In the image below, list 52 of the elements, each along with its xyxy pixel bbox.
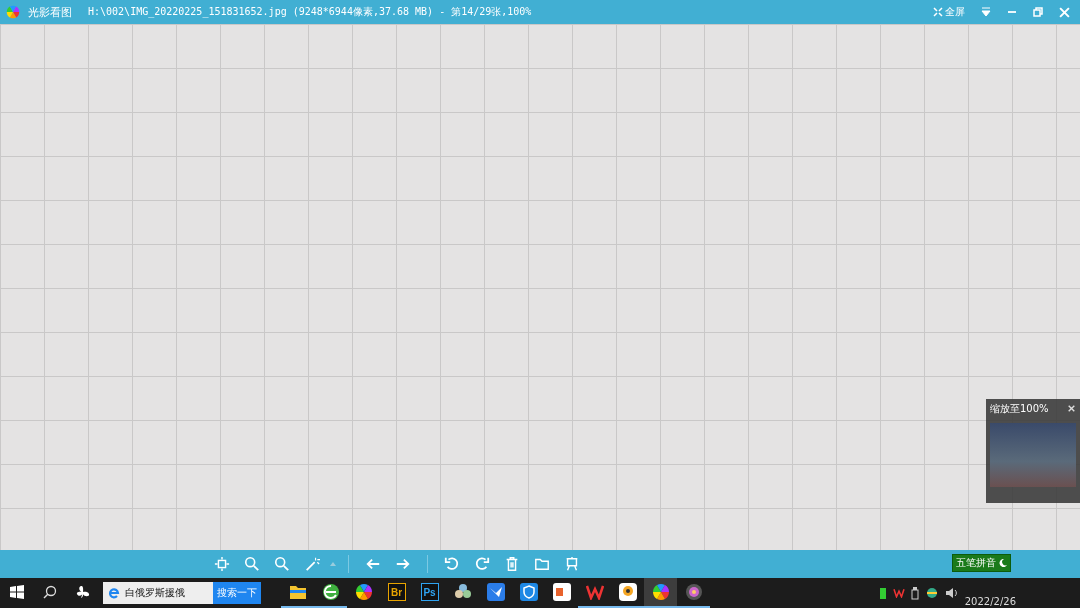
lens-icon (684, 583, 703, 601)
w-logo-icon (585, 584, 604, 600)
rotate-left-icon (444, 556, 460, 572)
taskbar-app-button[interactable]: Br (380, 578, 413, 608)
search-submit-button[interactable]: 搜索一下 (213, 582, 261, 604)
globe-icon (321, 583, 340, 601)
windows-logo-icon (9, 585, 24, 599)
expand-icon (933, 7, 943, 17)
search-icon (42, 585, 57, 599)
close-icon (1059, 6, 1070, 18)
browser-e-icon (107, 586, 121, 600)
flower-icon (453, 583, 472, 601)
folder-icon (288, 584, 307, 600)
trash-icon (504, 556, 520, 572)
clock-date: 2022/2/26 (964, 596, 1016, 607)
navigator-title: 缩放至100% (990, 402, 1049, 416)
speaker-icon (944, 587, 959, 599)
network-icon (924, 587, 939, 599)
app-logo-icon (6, 5, 20, 19)
ime-mode-label: 五笔拼音 (956, 556, 996, 570)
pinwheel-icon (74, 584, 91, 600)
search-field[interactable]: 白俄罗斯援俄 (103, 582, 213, 604)
app-name: 光影看图 (28, 4, 72, 20)
caret-icon (330, 562, 336, 566)
window-title: H:\002\IMG_20220225_151831652.jpg (9248*6944像素,37.68 MB) - 第14/29张,100% (88, 5, 532, 19)
taskbar-app-button[interactable] (644, 578, 677, 608)
zoom-out-icon (274, 556, 290, 572)
close-button[interactable] (1066, 404, 1076, 414)
app-logo-icon: Ps (420, 583, 439, 601)
taskbar-app-button[interactable]: Ps (413, 578, 446, 608)
zoom-in-icon (244, 556, 260, 572)
restore-icon (1033, 7, 1043, 17)
arrow-right-icon (395, 556, 411, 572)
arrow-left-icon (365, 556, 381, 572)
camera-icon (618, 583, 637, 601)
w-logo-icon (892, 588, 905, 598)
rotate-right-icon (474, 556, 490, 572)
color-wheel-icon (651, 583, 670, 601)
color-wheel-icon (354, 583, 373, 601)
easel-icon (564, 556, 580, 572)
battery-icon (878, 586, 887, 600)
bird-icon (486, 583, 505, 601)
shield-icon (519, 583, 538, 601)
fit-screen-icon (214, 556, 230, 572)
folder-icon (534, 556, 550, 572)
app-logo-icon: Br (387, 583, 406, 601)
close-icon (1067, 405, 1075, 412)
office-icon (552, 583, 571, 601)
moon-icon (999, 559, 1007, 567)
magic-wand-icon (304, 556, 320, 572)
dropdown-icon (981, 7, 991, 17)
usb-drive-icon (910, 586, 919, 600)
